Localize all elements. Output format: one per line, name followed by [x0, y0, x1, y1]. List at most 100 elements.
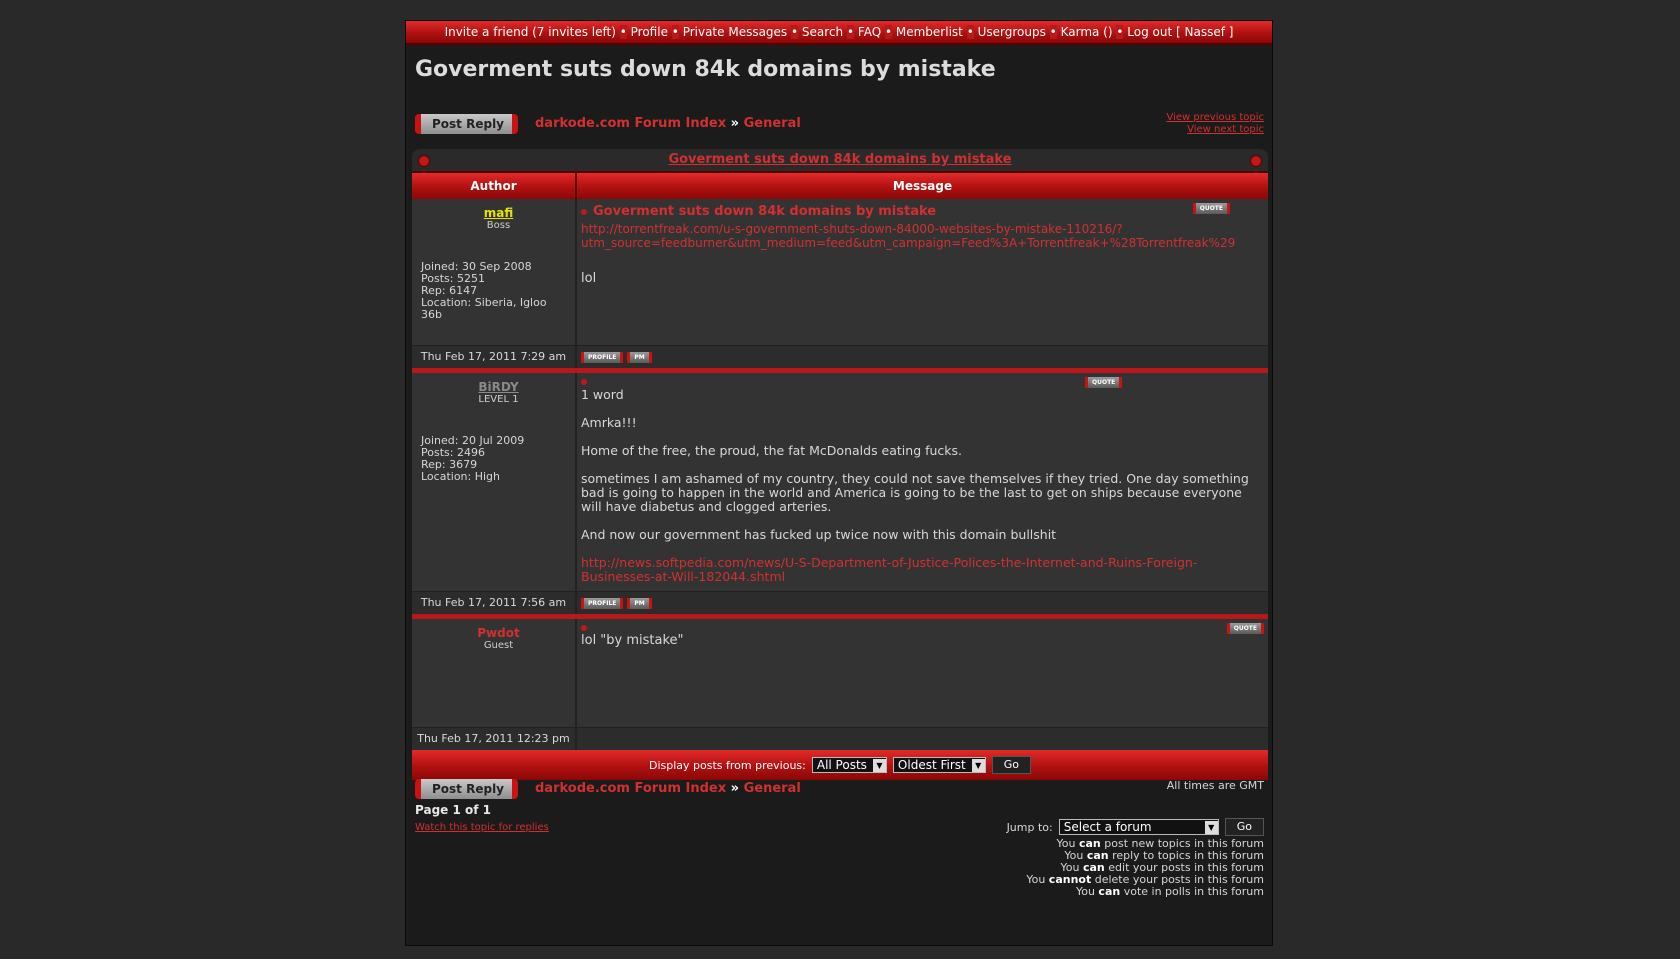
search-link[interactable]: Search: [802, 25, 843, 39]
decor-dot-icon: [1250, 155, 1262, 167]
nav-separator: •: [1116, 25, 1124, 39]
breadcrumb-general[interactable]: General: [744, 116, 801, 131]
post-author-name[interactable]: mafi: [421, 207, 576, 219]
forum-page: Invite a friend (7 invites left) • Profi…: [405, 20, 1273, 946]
view-next-topic-link[interactable]: View next topic: [1166, 124, 1264, 136]
nav-separator: •: [966, 25, 974, 39]
pm-button[interactable]: PM: [627, 597, 652, 609]
post-author-panel: BiRDY LEVEL 1 Joined: 20 Jul 2009 Posts:…: [412, 373, 577, 591]
jump-to-value: Select a forum: [1063, 820, 1152, 834]
chevron-down-icon: ▼: [971, 758, 985, 772]
author-location: Location: Siberia, Igloo 36b: [421, 296, 547, 321]
topic-navigation: View previous topic View next topic: [1166, 112, 1264, 136]
nav-separator: •: [671, 25, 679, 39]
post-link-line[interactable]: utm_source=feedburner&utm_medium=feed&ut…: [581, 236, 1264, 250]
quote-button[interactable]: QUOTE: [1226, 623, 1264, 634]
post-bullet-icon: [581, 379, 587, 385]
post-author-rank: LEVEL 1: [478, 394, 519, 405]
nav-separator: •: [791, 25, 799, 39]
message-column-header: Message: [892, 179, 953, 193]
post-link[interactable]: http://torrentfreak.com/u-s-government-s…: [581, 222, 1264, 250]
pagination: Page 1 of 1: [415, 803, 491, 817]
watch-topic-link[interactable]: Watch this topic for replies: [415, 822, 549, 833]
breadcrumb-forum-index[interactable]: darkode.com Forum Index: [535, 781, 726, 796]
breadcrumb-forum-index[interactable]: darkode.com Forum Index: [535, 116, 726, 131]
post-subject-text: Goverment suts down 84k domains by mista…: [593, 204, 937, 219]
jump-to-select[interactable]: Select a forum ▼: [1058, 819, 1219, 835]
nav-separator: •: [1049, 25, 1057, 39]
column-headers: Author Message: [412, 171, 1268, 199]
profile-link[interactable]: Profile: [631, 25, 668, 39]
post-1: mafi Boss Joined: 30 Sep 2008 Posts: 525…: [412, 199, 1268, 345]
post-message: QUOTE Goverment suts down 84k domains by…: [577, 199, 1268, 345]
page-title: Goverment suts down 84k domains by mista…: [415, 57, 996, 82]
profile-button[interactable]: PROFILE: [581, 597, 624, 609]
faq-link[interactable]: FAQ: [858, 25, 881, 39]
pm-button[interactable]: PM: [627, 351, 652, 363]
post-author-panel: Pwdot Guest: [412, 619, 577, 727]
post-date: Thu Feb 17, 2011 7:56 am: [412, 592, 577, 614]
nav-separator: •: [884, 25, 893, 39]
post-actions: PROFILE PM: [577, 592, 1268, 614]
breadcrumb-general[interactable]: General: [744, 781, 801, 796]
topic-table-header: Goverment suts down 84k domains by mista…: [412, 149, 1268, 171]
jump-go-button[interactable]: Go: [1224, 818, 1264, 836]
post-author-name[interactable]: BiRDY: [421, 381, 576, 393]
post-body-line: Amrka!!!: [581, 415, 637, 430]
display-go-button[interactable]: Go: [991, 756, 1031, 774]
nav-separator: •: [619, 25, 627, 39]
chevron-down-icon: ▼: [1204, 820, 1218, 834]
post-subject: Goverment suts down 84k domains by mista…: [581, 205, 1264, 219]
quote-button[interactable]: QUOTE: [1085, 377, 1123, 388]
memberlist-link[interactable]: Memberlist: [896, 25, 963, 39]
post-actions: [577, 728, 1268, 750]
sort-order-select[interactable]: Oldest First ▼: [892, 757, 986, 773]
forum-permissions: You can post new topics in this forum Yo…: [1026, 838, 1264, 898]
post-author-rank: Guest: [483, 640, 514, 651]
post-author-name[interactable]: Pwdot: [421, 627, 576, 639]
post-body-line: Home of the free, the proud, the fat McD…: [581, 443, 963, 458]
post-date: Thu Feb 17, 2011 12:23 pm: [412, 728, 577, 750]
topic-title-link[interactable]: Goverment suts down 84k domains by mista…: [668, 152, 1011, 167]
post-author-panel: mafi Boss Joined: 30 Sep 2008 Posts: 525…: [412, 199, 577, 345]
post-date: Thu Feb 17, 2011 7:29 am: [412, 346, 577, 368]
post-body: lol "by mistake": [581, 633, 684, 648]
display-posts-label: Display posts from previous:: [649, 758, 806, 772]
top-navigation: Invite a friend (7 invites left) • Profi…: [406, 21, 1272, 45]
post-author-stats: Joined: 20 Jul 2009 Posts: 2496 Rep: 367…: [421, 435, 566, 483]
timezone-note: All times are GMT: [1166, 779, 1264, 792]
invite-link[interactable]: Invite a friend (7 invites left): [445, 25, 616, 39]
post-body-line: sometimes I am ashamed of my country, th…: [581, 471, 1249, 514]
post-link[interactable]: http://news.softpedia.com/news/U-S-Depar…: [581, 556, 1264, 584]
author-location: Location: High: [421, 470, 501, 483]
breadcrumb: darkode.com Forum Index » General: [535, 116, 801, 131]
sort-order-value: Oldest First: [897, 758, 966, 772]
logout-link[interactable]: Log out [ Nassef ]: [1127, 25, 1233, 39]
jump-to: Jump to: Select a forum ▼ Go: [1007, 818, 1264, 836]
post-body: lol: [581, 271, 597, 286]
post-footer: Thu Feb 17, 2011 12:23 pm: [412, 727, 1268, 750]
post-link-line[interactable]: http://torrentfreak.com/u-s-government-s…: [581, 222, 1264, 236]
display-options-bar: Display posts from previous: All Posts ▼ …: [412, 750, 1268, 780]
post-actions: PROFILE PM: [577, 346, 1268, 368]
post-subject: [581, 379, 1264, 388]
karma-link[interactable]: Karma (): [1061, 25, 1113, 39]
private-messages-link[interactable]: Private Messages: [683, 25, 788, 39]
breadcrumb-arrow: »: [730, 116, 740, 131]
post-3: Pwdot Guest QUOTE lol "by mistake": [412, 619, 1268, 727]
post-reply-button-bottom[interactable]: Post Reply: [415, 779, 518, 799]
usergroups-link[interactable]: Usergroups: [978, 25, 1046, 39]
post-footer: Thu Feb 17, 2011 7:29 am PROFILE PM: [412, 345, 1268, 368]
post-reply-button[interactable]: Post Reply: [415, 114, 518, 134]
breadcrumb-arrow: »: [730, 781, 740, 796]
chevron-down-icon: ▼: [872, 758, 886, 772]
posts-range-value: All Posts: [816, 758, 867, 772]
view-previous-topic-link[interactable]: View previous topic: [1166, 112, 1264, 124]
breadcrumb-bottom: darkode.com Forum Index » General: [535, 781, 801, 796]
profile-button[interactable]: PROFILE: [581, 351, 624, 363]
post-footer: Thu Feb 17, 2011 7:56 am PROFILE PM: [412, 591, 1268, 614]
post-2: BiRDY LEVEL 1 Joined: 20 Jul 2009 Posts:…: [412, 373, 1268, 591]
posts-range-select[interactable]: All Posts ▼: [811, 757, 887, 773]
topic-table: Goverment suts down 84k domains by mista…: [412, 149, 1268, 780]
quote-button[interactable]: QUOTE: [1192, 203, 1230, 214]
